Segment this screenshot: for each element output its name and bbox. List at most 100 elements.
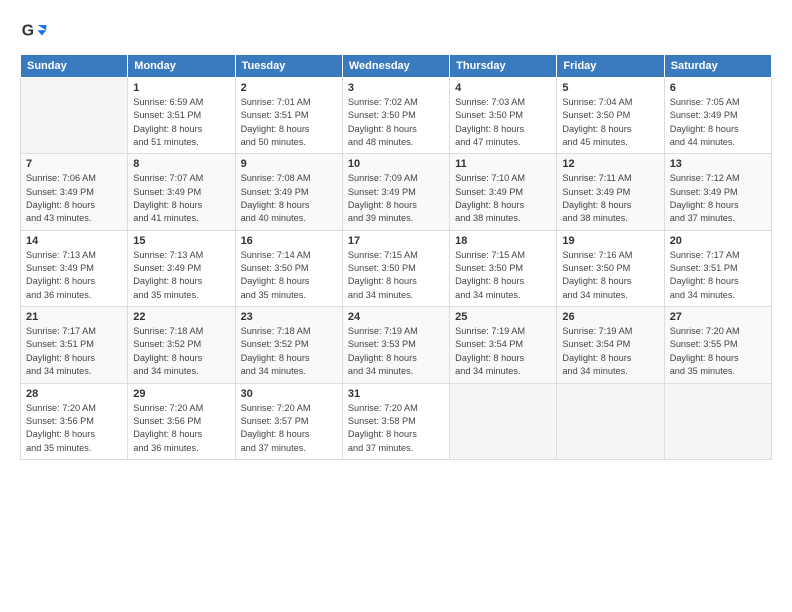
day-info: Sunrise: 7:13 AM Sunset: 3:49 PM Dayligh… bbox=[133, 249, 229, 302]
weekday-header-saturday: Saturday bbox=[664, 55, 771, 78]
calendar-cell: 20 Sunrise: 7:17 AM Sunset: 3:51 PM Dayli… bbox=[664, 230, 771, 306]
day-info: Sunrise: 7:13 AM Sunset: 3:49 PM Dayligh… bbox=[26, 249, 122, 302]
calendar-cell: 14 Sunrise: 7:13 AM Sunset: 3:49 PM Dayli… bbox=[21, 230, 128, 306]
day-number: 19 bbox=[562, 235, 658, 247]
day-number: 5 bbox=[562, 82, 658, 94]
day-info: Sunrise: 6:59 AM Sunset: 3:51 PM Dayligh… bbox=[133, 96, 229, 149]
day-number: 17 bbox=[348, 235, 444, 247]
day-number: 26 bbox=[562, 311, 658, 323]
day-number: 16 bbox=[241, 235, 337, 247]
calendar-cell: 8Sunrise: 7:07 AM Sunset: 3:49 PM Daylig… bbox=[128, 154, 235, 230]
day-info: Sunrise: 7:19 AM Sunset: 3:54 PM Dayligh… bbox=[562, 325, 658, 378]
day-number: 10 bbox=[348, 158, 444, 170]
day-info: Sunrise: 7:16 AM Sunset: 3:50 PM Dayligh… bbox=[562, 249, 658, 302]
day-info: Sunrise: 7:15 AM Sunset: 3:50 PM Dayligh… bbox=[348, 249, 444, 302]
day-info: Sunrise: 7:19 AM Sunset: 3:54 PM Dayligh… bbox=[455, 325, 551, 378]
day-info: Sunrise: 7:01 AM Sunset: 3:51 PM Dayligh… bbox=[241, 96, 337, 149]
calendar-cell: 31 Sunrise: 7:20 AM Sunset: 3:58 PM Dayli… bbox=[342, 383, 449, 459]
calendar-cell bbox=[21, 78, 128, 154]
calendar-cell: 10 Sunrise: 7:09 AM Sunset: 3:49 PM Dayli… bbox=[342, 154, 449, 230]
calendar-cell: 13 Sunrise: 7:12 AM Sunset: 3:49 PM Dayli… bbox=[664, 154, 771, 230]
weekday-header-thursday: Thursday bbox=[450, 55, 557, 78]
day-number: 31 bbox=[348, 388, 444, 400]
calendar-cell: 12Sunrise: 7:11 AM Sunset: 3:49 PM Dayli… bbox=[557, 154, 664, 230]
day-info: Sunrise: 7:08 AM Sunset: 3:49 PM Dayligh… bbox=[241, 172, 337, 225]
day-number: 25 bbox=[455, 311, 551, 323]
day-number: 28 bbox=[26, 388, 122, 400]
day-number: 6 bbox=[670, 82, 766, 94]
weekday-header-wednesday: Wednesday bbox=[342, 55, 449, 78]
day-info: Sunrise: 7:19 AM Sunset: 3:53 PM Dayligh… bbox=[348, 325, 444, 378]
calendar-page: G SundayMondayTuesdayWednesdayThursdayFr… bbox=[0, 0, 792, 612]
calendar-cell: 17 Sunrise: 7:15 AM Sunset: 3:50 PM Dayli… bbox=[342, 230, 449, 306]
calendar-cell: 6 Sunrise: 7:05 AM Sunset: 3:49 PM Daylig… bbox=[664, 78, 771, 154]
day-info: Sunrise: 7:17 AM Sunset: 3:51 PM Dayligh… bbox=[26, 325, 122, 378]
day-number: 18 bbox=[455, 235, 551, 247]
calendar-cell: 21 Sunrise: 7:17 AM Sunset: 3:51 PM Dayli… bbox=[21, 307, 128, 383]
calendar-cell bbox=[557, 383, 664, 459]
calendar-cell: 1 Sunrise: 6:59 AM Sunset: 3:51 PM Daylig… bbox=[128, 78, 235, 154]
calendar-cell: 25 Sunrise: 7:19 AM Sunset: 3:54 PM Dayli… bbox=[450, 307, 557, 383]
day-info: Sunrise: 7:20 AM Sunset: 3:58 PM Dayligh… bbox=[348, 402, 444, 455]
day-number: 14 bbox=[26, 235, 122, 247]
calendar-cell: 18 Sunrise: 7:15 AM Sunset: 3:50 PM Dayli… bbox=[450, 230, 557, 306]
calendar-cell: 29 Sunrise: 7:20 AM Sunset: 3:56 PM Dayli… bbox=[128, 383, 235, 459]
day-number: 24 bbox=[348, 311, 444, 323]
day-info: Sunrise: 7:10 AM Sunset: 3:49 PM Dayligh… bbox=[455, 172, 551, 225]
calendar-cell: 30Sunrise: 7:20 AM Sunset: 3:57 PM Dayli… bbox=[235, 383, 342, 459]
day-info: Sunrise: 7:06 AM Sunset: 3:49 PM Dayligh… bbox=[26, 172, 122, 225]
day-number: 1 bbox=[133, 82, 229, 94]
day-info: Sunrise: 7:09 AM Sunset: 3:49 PM Dayligh… bbox=[348, 172, 444, 225]
day-info: Sunrise: 7:18 AM Sunset: 3:52 PM Dayligh… bbox=[241, 325, 337, 378]
day-number: 30 bbox=[241, 388, 337, 400]
day-info: Sunrise: 7:14 AM Sunset: 3:50 PM Dayligh… bbox=[241, 249, 337, 302]
weekday-header-monday: Monday bbox=[128, 55, 235, 78]
day-info: Sunrise: 7:17 AM Sunset: 3:51 PM Dayligh… bbox=[670, 249, 766, 302]
day-number: 20 bbox=[670, 235, 766, 247]
day-info: Sunrise: 7:04 AM Sunset: 3:50 PM Dayligh… bbox=[562, 96, 658, 149]
week-row-2: 7 Sunrise: 7:06 AM Sunset: 3:49 PM Daylig… bbox=[21, 154, 772, 230]
calendar-cell: 28 Sunrise: 7:20 AM Sunset: 3:56 PM Dayli… bbox=[21, 383, 128, 459]
logo-icon: G bbox=[20, 18, 48, 46]
day-info: Sunrise: 7:15 AM Sunset: 3:50 PM Dayligh… bbox=[455, 249, 551, 302]
calendar-cell: 16 Sunrise: 7:14 AM Sunset: 3:50 PM Dayli… bbox=[235, 230, 342, 306]
day-number: 9 bbox=[241, 158, 337, 170]
day-info: Sunrise: 7:03 AM Sunset: 3:50 PM Dayligh… bbox=[455, 96, 551, 149]
calendar-cell: 5 Sunrise: 7:04 AM Sunset: 3:50 PM Daylig… bbox=[557, 78, 664, 154]
weekday-header-friday: Friday bbox=[557, 55, 664, 78]
calendar-cell: 3Sunrise: 7:02 AM Sunset: 3:50 PM Daylig… bbox=[342, 78, 449, 154]
calendar-cell bbox=[664, 383, 771, 459]
header-area: G bbox=[20, 18, 772, 46]
day-info: Sunrise: 7:18 AM Sunset: 3:52 PM Dayligh… bbox=[133, 325, 229, 378]
day-number: 13 bbox=[670, 158, 766, 170]
calendar-cell: 27Sunrise: 7:20 AM Sunset: 3:55 PM Dayli… bbox=[664, 307, 771, 383]
day-info: Sunrise: 7:12 AM Sunset: 3:49 PM Dayligh… bbox=[670, 172, 766, 225]
calendar-table: SundayMondayTuesdayWednesdayThursdayFrid… bbox=[20, 54, 772, 460]
calendar-cell: 11 Sunrise: 7:10 AM Sunset: 3:49 PM Dayli… bbox=[450, 154, 557, 230]
logo: G bbox=[20, 18, 52, 46]
calendar-cell: 4 Sunrise: 7:03 AM Sunset: 3:50 PM Daylig… bbox=[450, 78, 557, 154]
calendar-cell: 2 Sunrise: 7:01 AM Sunset: 3:51 PM Daylig… bbox=[235, 78, 342, 154]
calendar-cell: 19 Sunrise: 7:16 AM Sunset: 3:50 PM Dayli… bbox=[557, 230, 664, 306]
day-number: 11 bbox=[455, 158, 551, 170]
week-row-1: 1 Sunrise: 6:59 AM Sunset: 3:51 PM Daylig… bbox=[21, 78, 772, 154]
day-info: Sunrise: 7:07 AM Sunset: 3:49 PM Dayligh… bbox=[133, 172, 229, 225]
week-row-5: 28 Sunrise: 7:20 AM Sunset: 3:56 PM Dayli… bbox=[21, 383, 772, 459]
day-info: Sunrise: 7:05 AM Sunset: 3:49 PM Dayligh… bbox=[670, 96, 766, 149]
calendar-cell: 24 Sunrise: 7:19 AM Sunset: 3:53 PM Dayli… bbox=[342, 307, 449, 383]
calendar-cell: 9 Sunrise: 7:08 AM Sunset: 3:49 PM Daylig… bbox=[235, 154, 342, 230]
day-number: 2 bbox=[241, 82, 337, 94]
day-info: Sunrise: 7:11 AM Sunset: 3:49 PM Dayligh… bbox=[562, 172, 658, 225]
day-number: 22 bbox=[133, 311, 229, 323]
week-row-4: 21 Sunrise: 7:17 AM Sunset: 3:51 PM Dayli… bbox=[21, 307, 772, 383]
day-info: Sunrise: 7:20 AM Sunset: 3:56 PM Dayligh… bbox=[133, 402, 229, 455]
day-number: 29 bbox=[133, 388, 229, 400]
calendar-cell: 23Sunrise: 7:18 AM Sunset: 3:52 PM Dayli… bbox=[235, 307, 342, 383]
day-number: 3 bbox=[348, 82, 444, 94]
calendar-cell: 26 Sunrise: 7:19 AM Sunset: 3:54 PM Dayli… bbox=[557, 307, 664, 383]
day-number: 4 bbox=[455, 82, 551, 94]
day-number: 21 bbox=[26, 311, 122, 323]
day-info: Sunrise: 7:20 AM Sunset: 3:56 PM Dayligh… bbox=[26, 402, 122, 455]
day-number: 7 bbox=[26, 158, 122, 170]
calendar-cell: 15Sunrise: 7:13 AM Sunset: 3:49 PM Dayli… bbox=[128, 230, 235, 306]
